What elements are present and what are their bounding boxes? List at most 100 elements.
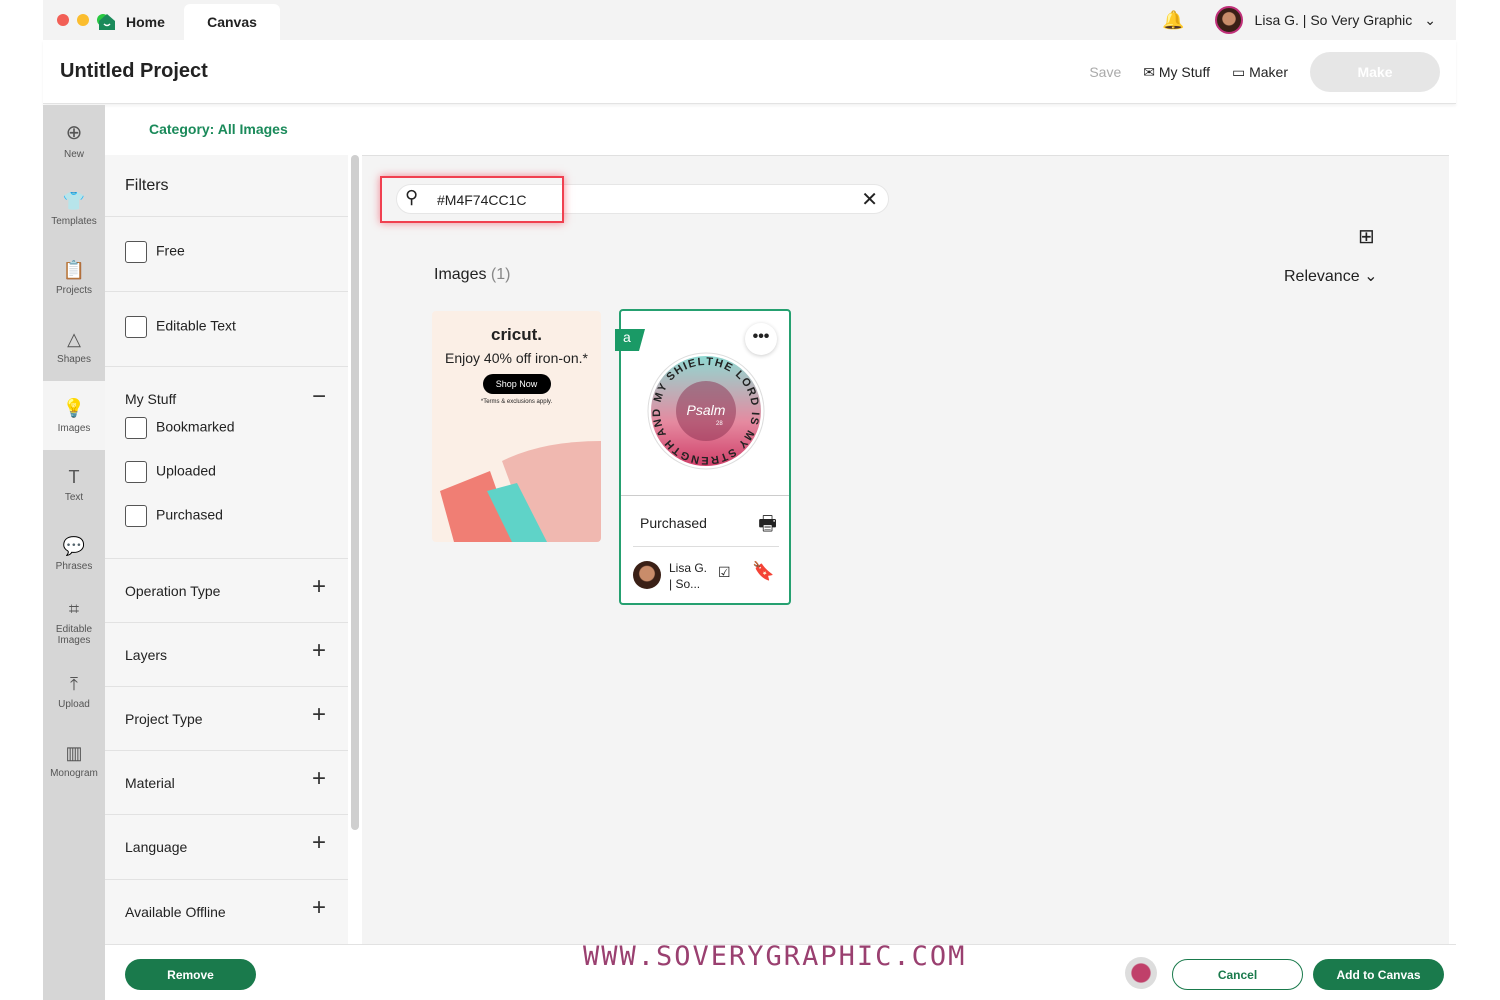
ad-brand: cricut.: [490, 325, 543, 344]
bell-icon[interactable]: 🔔: [1162, 10, 1184, 31]
shirt-icon: 👕: [62, 190, 86, 211]
filter-purchased[interactable]: Purchased: [125, 505, 328, 527]
plus-circle-icon: ⊕: [65, 121, 83, 144]
rail-label: Editable Images: [55, 624, 93, 646]
ad-banner[interactable]: cricut. Enjoy 40% off iron-on.* Shop Now…: [432, 311, 601, 542]
clipboard-icon: 📋: [62, 259, 86, 280]
checkbox[interactable]: [125, 316, 147, 338]
filter-uploaded[interactable]: Uploaded: [125, 461, 328, 483]
upload-icon: ⤒: [70, 673, 78, 694]
chevron-down-icon: ⌄: [1364, 268, 1378, 285]
filters-panel: Filters Free Editable Text My Stuff − Bo…: [105, 155, 348, 944]
checkbox[interactable]: [125, 461, 147, 483]
tab-canvas[interactable]: Canvas: [184, 4, 280, 40]
vinyl-rolls-image: [440, 441, 601, 542]
plus-icon[interactable]: +: [312, 765, 326, 793]
text-icon: T: [68, 466, 80, 487]
bottom-bar: Remove WWW.SOVERYGRAPHIC.COM Cancel Add …: [105, 941, 1456, 1000]
speech-bubble-icon: 💬: [62, 535, 86, 556]
section-title: Layers: [125, 647, 168, 663]
section-title: Material: [125, 775, 175, 791]
author-line: Lisa G.: [669, 561, 708, 575]
filter-section[interactable]: Material +: [105, 751, 348, 815]
rail-new[interactable]: ⊕ New: [43, 105, 105, 174]
close-window-button[interactable]: [57, 14, 69, 26]
filter-section[interactable]: Language +: [105, 815, 348, 880]
plus-icon[interactable]: +: [312, 637, 326, 665]
checkbox[interactable]: [125, 505, 147, 527]
remove-button[interactable]: Remove: [125, 959, 256, 990]
cancel-button[interactable]: Cancel: [1172, 959, 1303, 990]
filter-bookmarked[interactable]: Bookmarked: [125, 417, 328, 439]
rail-shapes[interactable]: △ Shapes: [43, 312, 105, 381]
print-icon[interactable]: 🖶: [758, 509, 777, 543]
rail-projects[interactable]: 📋 Projects: [43, 243, 105, 312]
filter-section[interactable]: Available Offline +: [105, 880, 348, 944]
edit-image-icon: ⌗: [68, 599, 80, 619]
filter-label: Purchased: [156, 506, 223, 523]
section-title: My Stuff: [125, 391, 177, 407]
tab-label: Canvas: [207, 14, 257, 30]
rail-editable-images[interactable]: ⌗ Editable Images: [43, 588, 105, 657]
monogram-icon: ▥: [65, 742, 83, 763]
filter-section[interactable]: Operation Type +: [105, 559, 348, 623]
filter-my-stuff: My Stuff − Bookmarked Uploaded Purchased: [105, 367, 348, 559]
make-button[interactable]: Make: [1310, 52, 1440, 92]
my-stuff-button[interactable]: ✉ My Stuff: [1143, 64, 1210, 81]
filter-label: Editable Text: [156, 317, 236, 334]
inbox-icon: ✉: [1143, 63, 1159, 80]
chevron-down-icon[interactable]: ⌄: [1424, 12, 1436, 29]
rail-label: New: [63, 148, 84, 160]
bookmark-icon[interactable]: 🔖: [752, 561, 774, 582]
plus-icon[interactable]: +: [312, 573, 326, 601]
purchased-status: Purchased: [640, 515, 707, 531]
design-space-icon[interactable]: ☑: [718, 564, 731, 581]
sticker-image: THE LORD IS MY STRENGTH AND MY SHIELD Ps…: [646, 351, 765, 470]
filter-section[interactable]: Layers +: [105, 623, 348, 687]
rail-label: Phrases: [55, 560, 93, 572]
rail-label: Monogram: [50, 767, 98, 779]
rail-label: Images: [57, 422, 91, 434]
rail-label: Templates: [51, 215, 97, 227]
rail-upload[interactable]: ⤒ Upload: [43, 657, 105, 726]
checkbox[interactable]: [125, 241, 147, 263]
category-label: Category: All Images: [149, 121, 288, 137]
section-title: Available Offline: [125, 904, 226, 920]
minus-icon[interactable]: −: [312, 383, 326, 411]
rail-monogram[interactable]: ▥ Monogram: [43, 726, 105, 795]
filter-free[interactable]: Free: [105, 217, 348, 292]
add-to-canvas-button[interactable]: Add to Canvas: [1313, 959, 1444, 990]
svg-text:28: 28: [716, 421, 723, 427]
rail-templates[interactable]: 👕 Templates: [43, 174, 105, 243]
plus-icon[interactable]: +: [312, 701, 326, 729]
maker-label: Maker: [1249, 63, 1288, 80]
filters-scrollbar[interactable]: [351, 155, 359, 830]
filter-section[interactable]: Project Type +: [105, 687, 348, 751]
rail-phrases[interactable]: 💬 Phrases: [43, 519, 105, 588]
minimize-window-button[interactable]: [77, 14, 89, 26]
rail-images[interactable]: 💡 Images: [43, 381, 105, 450]
avatar[interactable]: [1214, 6, 1243, 34]
rail-label: Shapes: [57, 353, 91, 365]
rail-label: Upload: [58, 698, 90, 710]
save-button[interactable]: Save: [1089, 64, 1121, 80]
image-card[interactable]: a ••• THE LORD IS MY STRENGTH AND MY SHI…: [615, 309, 791, 605]
grid-view-icon[interactable]: ⊞: [1358, 224, 1375, 249]
shop-now-button[interactable]: Shop Now: [482, 374, 551, 394]
tab-home[interactable]: Home: [98, 4, 183, 40]
selected-image-thumbnail[interactable]: [1125, 957, 1157, 989]
plus-icon[interactable]: +: [312, 829, 326, 857]
plus-icon[interactable]: +: [312, 894, 326, 922]
author-name[interactable]: Lisa G. | So...: [669, 560, 707, 592]
filter-label: Bookmarked: [156, 418, 235, 435]
filter-editable-text[interactable]: Editable Text: [105, 292, 348, 367]
rail-text[interactable]: T Text: [43, 450, 105, 519]
sort-dropdown[interactable]: Relevance ⌄: [1284, 266, 1377, 286]
author-avatar[interactable]: [633, 561, 661, 589]
section-title: Project Type: [125, 711, 203, 727]
maker-button[interactable]: ▭ Maker: [1232, 64, 1288, 81]
checkbox[interactable]: [125, 417, 147, 439]
user-menu[interactable]: 🔔 Lisa G. | So Very Graphic ⌄: [1162, 6, 1436, 34]
clear-search-icon[interactable]: ✕: [861, 187, 878, 212]
rail-label: Text: [64, 491, 84, 503]
